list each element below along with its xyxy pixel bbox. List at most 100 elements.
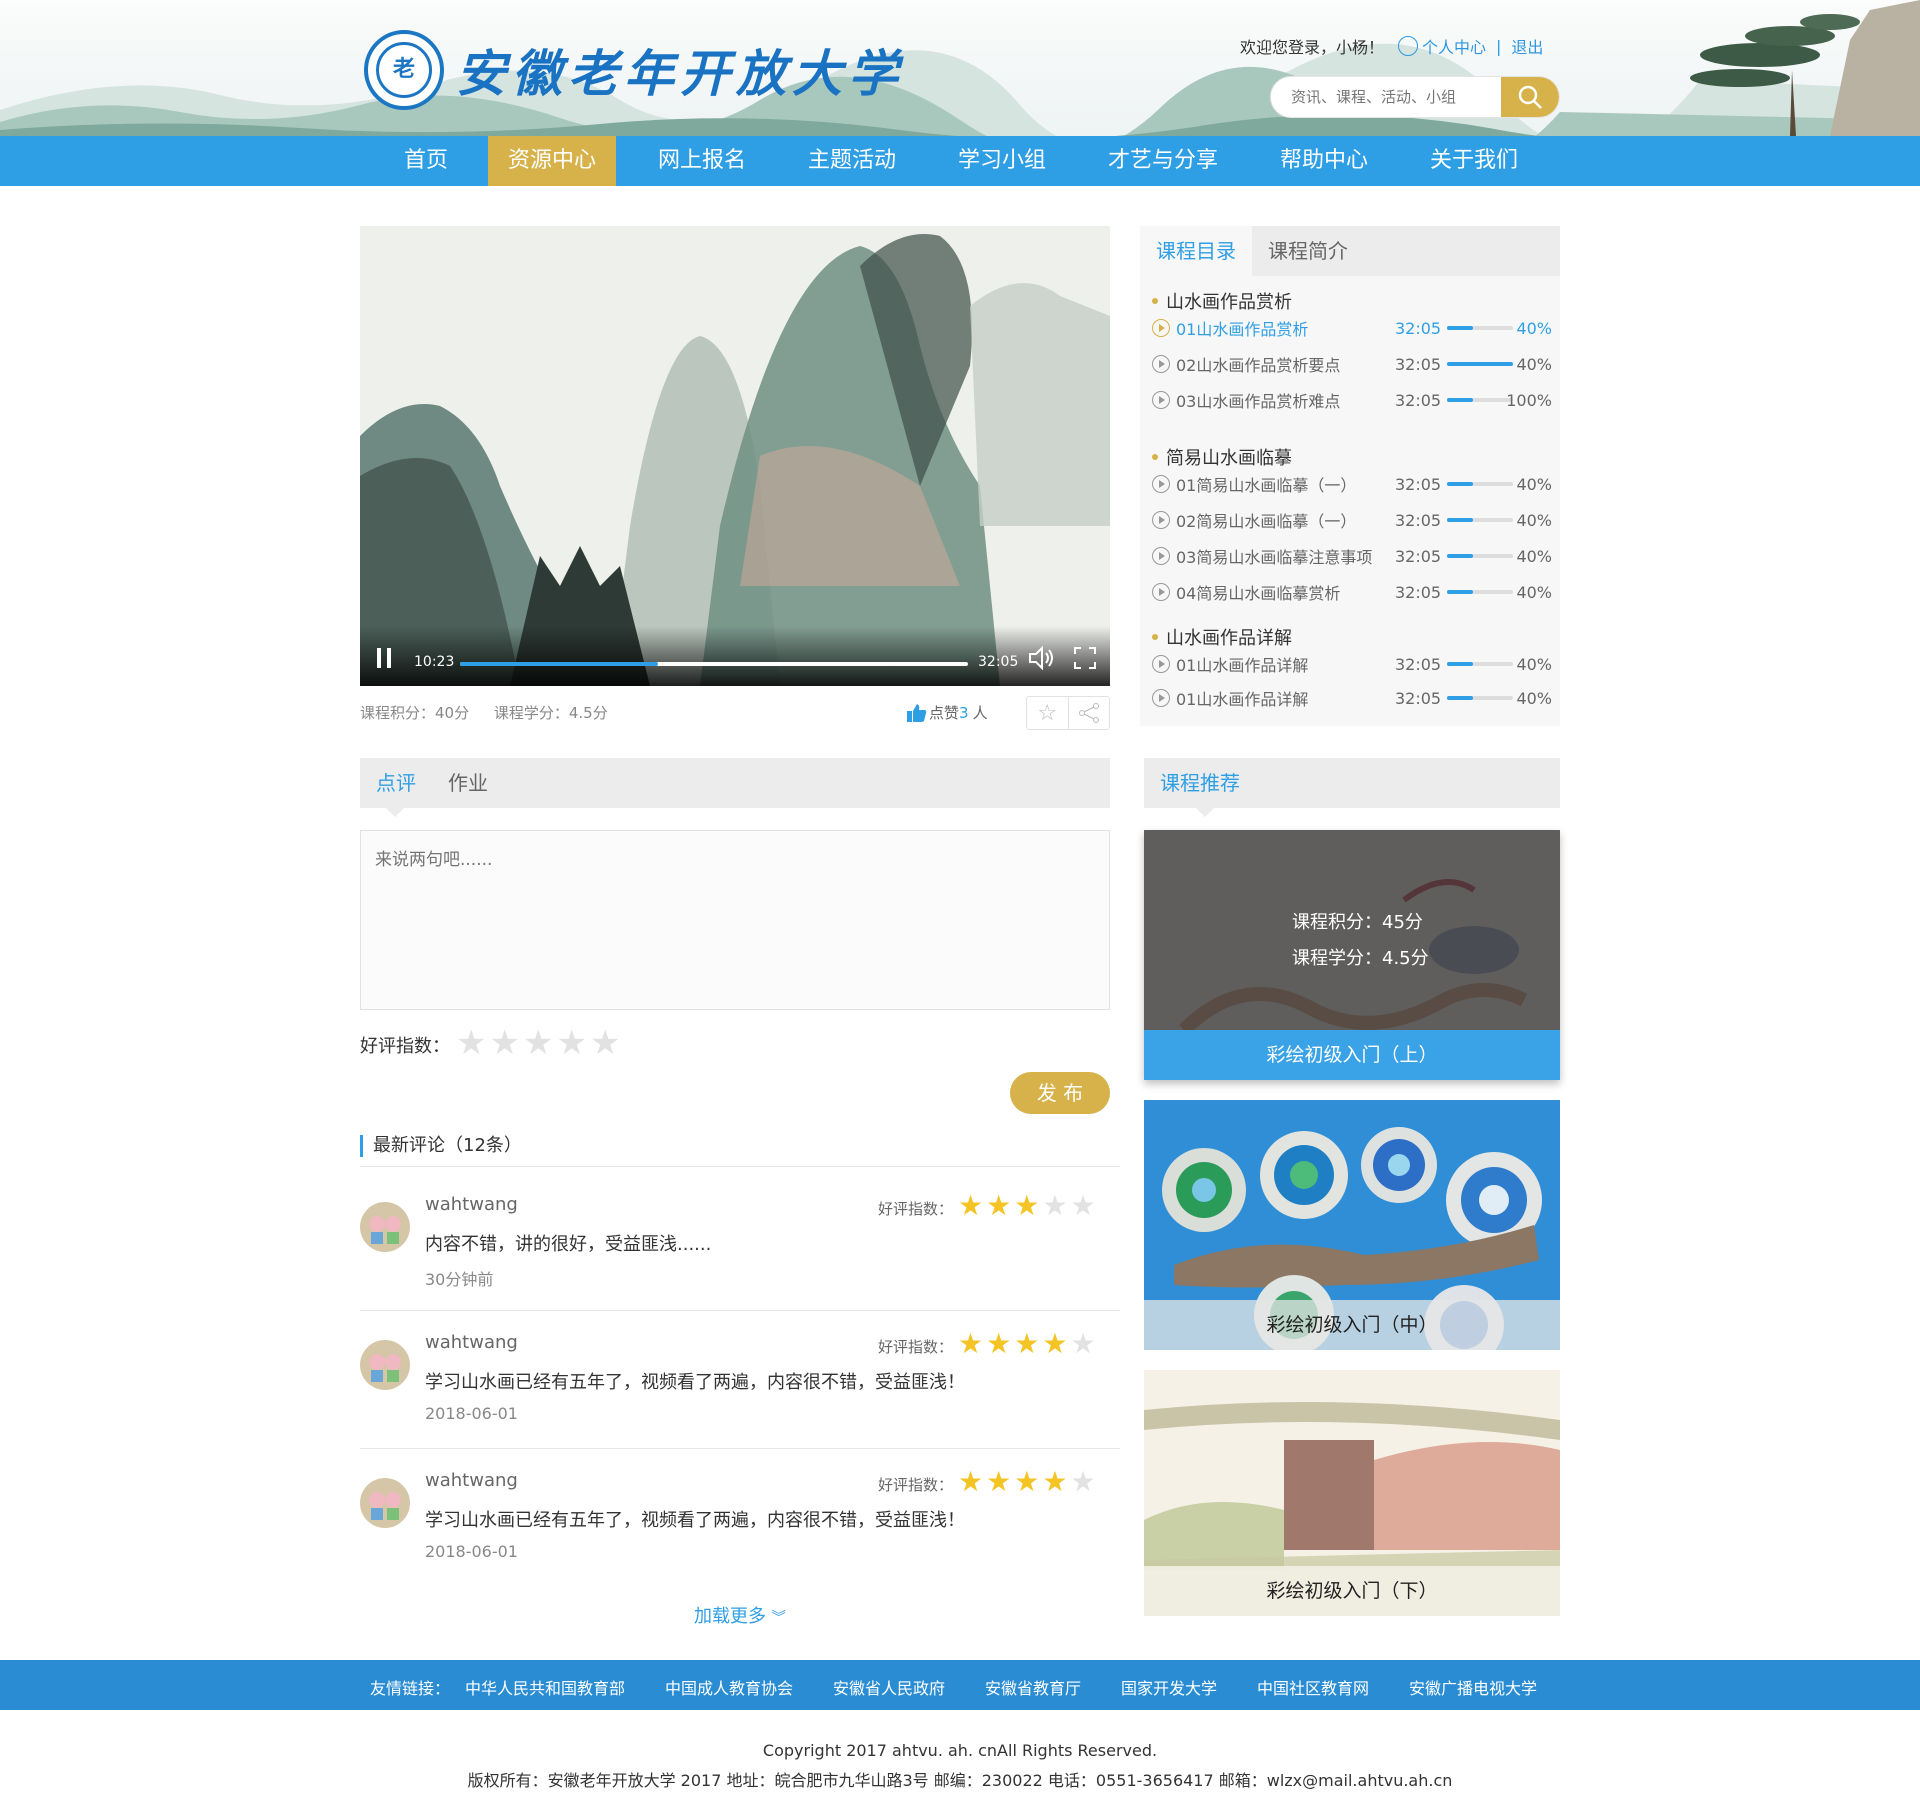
tab-course-catalog[interactable]: 课程目录 [1140, 226, 1252, 276]
star-icon: ★ [1014, 1189, 1040, 1222]
lesson-title: 02山水画作品赏析要点 [1176, 356, 1341, 375]
share-icon [1078, 703, 1099, 723]
rating-star-icon[interactable]: ★ [556, 1026, 586, 1060]
favorite-button[interactable]: ☆ [1027, 697, 1068, 729]
lesson-item[interactable]: 02山水画作品赏析要点 32:05 40% [1152, 352, 1552, 376]
lesson-title: 02简易山水画临摹（一） [1176, 512, 1357, 531]
lesson-item[interactable]: 01山水画作品详解 32:05 40% [1152, 686, 1552, 710]
rating-star-icon[interactable]: ★ [590, 1026, 620, 1060]
recommend-card-2[interactable]: 彩绘初级入门（中） [1144, 1100, 1560, 1350]
nav-theme-activities[interactable]: 主题活动 [790, 136, 914, 186]
comment-time: 30分钟前 [425, 1270, 494, 1289]
star-icon: ★ [958, 1327, 984, 1360]
lesson-item[interactable]: 03简易山水画临摹注意事项 32:05 40% [1152, 544, 1552, 568]
nav-study-groups[interactable]: 学习小组 [940, 136, 1064, 186]
lesson-progress-bar [1447, 326, 1513, 330]
play-circle-icon [1152, 475, 1170, 493]
load-more-link[interactable]: 加载更多 ︾ [694, 1602, 786, 1628]
comment-text: 学习山水画已经有五年了，视频看了两遍，内容很不错，受益匪浅！ [425, 1510, 965, 1531]
lesson-progress-fill [1447, 326, 1474, 330]
avatar[interactable] [360, 1478, 410, 1528]
footer-link-anhui-edu[interactable]: 安徽省教育厅 [985, 1675, 1081, 1699]
lesson-item[interactable]: 04简易山水画临摹赏析 32:05 40% [1152, 580, 1552, 604]
comment-rating-label: 好评指数： [878, 1200, 954, 1218]
tab-homework[interactable]: 作业 [432, 758, 504, 808]
course-meta: 课程积分：40分 课程学分：4.5分 [360, 702, 608, 723]
lesson-progress-text: 40% [1516, 688, 1552, 708]
avatar[interactable] [360, 1202, 410, 1252]
recommend-card-3[interactable]: 彩绘初级入门（下） [1144, 1370, 1560, 1616]
nav-home[interactable]: 首页 [388, 136, 464, 186]
pause-icon[interactable] [374, 648, 394, 668]
volume-icon[interactable] [1028, 646, 1056, 670]
video-player[interactable]: 10:23 32:05 [360, 226, 1110, 686]
lesson-item[interactable]: 03山水画作品赏析难点 32:05 100% [1152, 388, 1552, 412]
lesson-progress-fill [1447, 662, 1474, 666]
search-input[interactable] [1271, 77, 1502, 117]
fullscreen-icon[interactable] [1074, 647, 1096, 669]
footer-link-open-univ[interactable]: 国家开发大学 [1121, 1675, 1217, 1699]
fav-share-group: ☆ [1026, 696, 1110, 730]
comment-textarea[interactable] [360, 830, 1110, 1010]
footer-link-anhui-tvu[interactable]: 安徽广播电视大学 [1409, 1675, 1537, 1699]
lesson-progress-bar [1447, 398, 1513, 402]
star-icon: ★ [1070, 1189, 1096, 1222]
bullet-dot-icon [1152, 454, 1158, 460]
star-icon: ★ [958, 1465, 984, 1498]
nav-talent-sharing[interactable]: 才艺与分享 [1090, 136, 1236, 186]
star-icon: ★ [1070, 1465, 1096, 1498]
play-circle-icon [1152, 655, 1170, 673]
footer-link-adult-edu[interactable]: 中国成人教育协会 [665, 1675, 793, 1699]
lesson-item[interactable]: 01山水画作品赏析 32:05 40% [1152, 316, 1552, 340]
site-logo[interactable]: 老 安徽老年开放大学 [364, 30, 904, 110]
rating-label: 好评指数： [360, 1036, 450, 1057]
star-icon: ★ [958, 1189, 984, 1222]
school-name: 安徽老年开放大学 [456, 44, 904, 103]
lesson-progress-text: 40% [1516, 474, 1552, 494]
personal-center-link[interactable]: 个人中心 [1422, 34, 1486, 58]
school-emblem-icon: 老 [364, 30, 444, 110]
tab-review[interactable]: 点评 [360, 758, 432, 817]
lesson-progress-fill [1447, 554, 1474, 558]
recommend-card-1[interactable]: 课程积分：45分 课程学分：4.5分 彩绘初级入门（上） [1144, 830, 1560, 1080]
comment-rating: ★ ★ ★ ★ ★ [958, 1330, 1099, 1358]
comment-text: 学习山水画已经有五年了，视频看了两遍，内容很不错，受益匪浅！ [425, 1372, 965, 1393]
lesson-title: 01山水画作品赏析 [1176, 320, 1309, 339]
welcome-text: 欢迎您登录，小杨！ [1240, 38, 1385, 57]
load-more-label: 加载更多 [694, 1606, 766, 1627]
footer-link-community-edu[interactable]: 中国社区教育网 [1257, 1675, 1369, 1699]
divider [360, 1448, 1120, 1449]
catalog-section-title: 简易山水画临摹 [1152, 444, 1292, 470]
video-frame-landscape-painting [360, 226, 1110, 686]
lesson-title: 01山水画作品详解 [1176, 656, 1309, 675]
publish-button[interactable]: 发 布 [1010, 1072, 1110, 1114]
nav-online-registration[interactable]: 网上报名 [640, 136, 764, 186]
lesson-item[interactable]: 02简易山水画临摹（一） 32:05 40% [1152, 508, 1552, 532]
search-box [1270, 76, 1560, 118]
footer-link-anhui-gov[interactable]: 安徽省人民政府 [833, 1675, 945, 1699]
comment-username[interactable]: wahtwang [425, 1332, 518, 1353]
lesson-duration: 32:05 [1395, 318, 1442, 338]
thumbs-up-icon [907, 703, 927, 722]
comment-username[interactable]: wahtwang [425, 1194, 518, 1215]
lesson-item[interactable]: 01简易山水画临摹（一） 32:05 40% [1152, 472, 1552, 496]
share-button[interactable] [1067, 697, 1110, 729]
lesson-duration: 32:05 [1395, 688, 1442, 708]
rating-star-icon[interactable]: ★ [489, 1026, 519, 1060]
comment-username[interactable]: wahtwang [425, 1470, 518, 1491]
rating-star-icon[interactable]: ★ [456, 1026, 486, 1060]
nav-help-center[interactable]: 帮助中心 [1262, 136, 1386, 186]
lesson-item[interactable]: 01山水画作品详解 32:05 40% [1152, 652, 1552, 676]
rating-star-icon[interactable]: ★ [523, 1026, 553, 1060]
footer-link-moe[interactable]: 中华人民共和国教育部 [465, 1675, 625, 1699]
lesson-duration: 32:05 [1395, 654, 1442, 674]
logout-link[interactable]: 退出 [1511, 34, 1543, 58]
avatar[interactable] [360, 1340, 410, 1390]
search-button[interactable] [1501, 77, 1559, 117]
progress-bar[interactable] [460, 662, 968, 666]
nav-about-us[interactable]: 关于我们 [1412, 136, 1536, 186]
nav-resource-center[interactable]: 资源中心 [488, 136, 616, 186]
comment-item: wahtwang 学习山水画已经有五年了，视频看了两遍，内容很不错，受益匪浅！ 20… [360, 1460, 1120, 1580]
tab-course-intro[interactable]: 课程简介 [1252, 226, 1364, 276]
like-button[interactable]: 点赞 3 人 [907, 702, 988, 723]
